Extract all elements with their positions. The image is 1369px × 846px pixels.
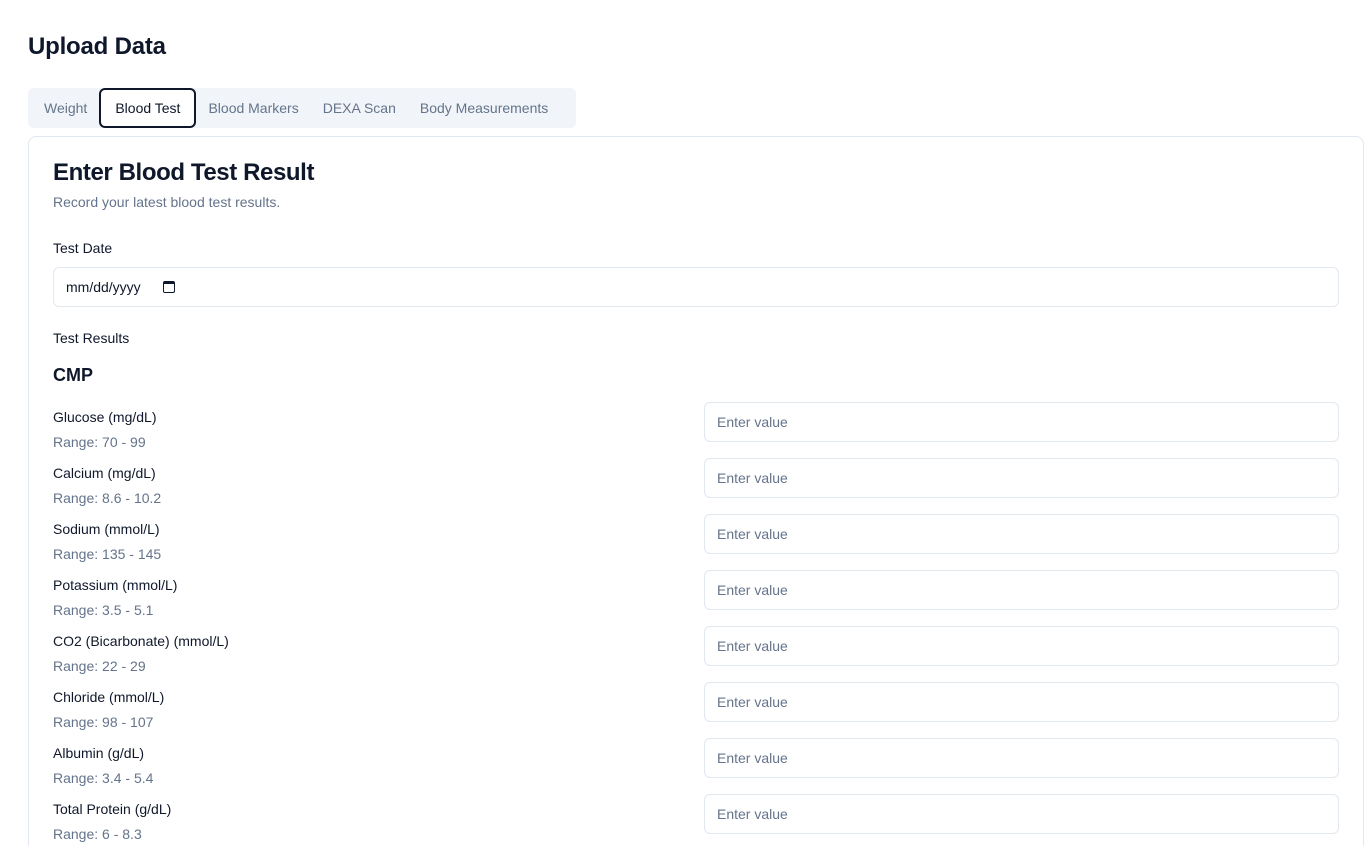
test-date-input[interactable]: mm/dd/yyyy [53, 267, 1339, 307]
card-title: Enter Blood Test Result [53, 159, 315, 186]
result-row: Potassium (mmol/L) Range: 3.5 - 5.1 [53, 570, 1339, 618]
result-name: Total Protein (g/dL) [53, 801, 172, 817]
albumin-input[interactable] [704, 738, 1339, 778]
result-name: Albumin (g/dL) [53, 745, 145, 761]
tab-dexa-scan[interactable]: DEXA Scan [311, 92, 408, 124]
result-row: Chloride (mmol/L) Range: 98 - 107 [53, 682, 1339, 730]
result-row: Albumin (g/dL) Range: 3.4 - 5.4 [53, 738, 1339, 786]
co2-input[interactable] [704, 626, 1339, 666]
result-name: Chloride (mmol/L) [53, 689, 165, 705]
result-row: Glucose (mg/dL) Range: 70 - 99 [53, 402, 1339, 450]
calendar-icon[interactable] [162, 281, 175, 293]
potassium-input[interactable] [704, 570, 1339, 610]
date-placeholder: mm/dd/yyyy [66, 279, 141, 295]
result-row: CO2 (Bicarbonate) (mmol/L) Range: 22 - 2… [53, 626, 1339, 674]
page-title: Upload Data [28, 33, 166, 60]
section-title-cmp: CMP [53, 365, 93, 385]
result-name: Glucose (mg/dL) [53, 409, 157, 425]
test-results-label: Test Results [53, 330, 130, 346]
result-row: Total Protein (g/dL) Range: 6 - 8.3 [53, 794, 1339, 842]
tab-list: Weight Blood Test Blood Markers DEXA Sca… [28, 88, 576, 128]
tab-body-measurements[interactable]: Body Measurements [408, 92, 560, 124]
result-range: Range: 8.6 - 10.2 [53, 490, 162, 506]
result-name: Sodium (mmol/L) [53, 521, 160, 537]
total-protein-input[interactable] [704, 794, 1339, 834]
blood-test-card: Enter Blood Test Result Record your late… [28, 136, 1364, 846]
result-range: Range: 135 - 145 [53, 546, 162, 562]
card-subtitle: Record your latest blood test results. [53, 194, 281, 210]
result-range: Range: 70 - 99 [53, 434, 146, 450]
tab-blood-test[interactable]: Blood Test [99, 88, 197, 128]
tab-weight[interactable]: Weight [32, 92, 99, 124]
tab-blood-markers[interactable]: Blood Markers [196, 92, 310, 124]
result-range: Range: 3.5 - 5.1 [53, 602, 154, 618]
result-range: Range: 6 - 8.3 [53, 826, 142, 842]
result-name: CO2 (Bicarbonate) (mmol/L) [53, 633, 229, 649]
result-range: Range: 3.4 - 5.4 [53, 770, 154, 786]
test-date-label: Test Date [53, 240, 113, 256]
result-row: Calcium (mg/dL) Range: 8.6 - 10.2 [53, 458, 1339, 506]
result-name: Potassium (mmol/L) [53, 577, 178, 593]
result-row: Sodium (mmol/L) Range: 135 - 145 [53, 514, 1339, 562]
sodium-input[interactable] [704, 514, 1339, 554]
result-range: Range: 22 - 29 [53, 658, 146, 674]
result-range: Range: 98 - 107 [53, 714, 154, 730]
calcium-input[interactable] [704, 458, 1339, 498]
upload-data-page: Upload Data Weight Blood Test Blood Mark… [0, 0, 1369, 846]
chloride-input[interactable] [704, 682, 1339, 722]
glucose-input[interactable] [704, 402, 1339, 442]
result-name: Calcium (mg/dL) [53, 465, 156, 481]
